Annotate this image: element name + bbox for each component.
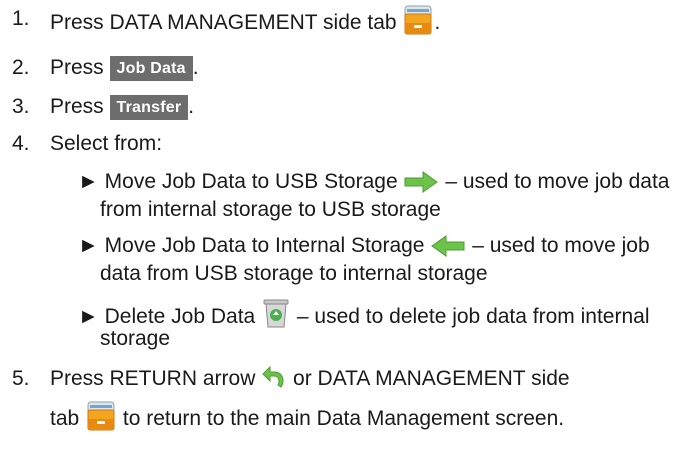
step-text: Press xyxy=(50,95,104,118)
option-description: – used to move job data xyxy=(445,170,670,193)
job-data-button[interactable]: Job Data xyxy=(109,56,193,81)
recycle-bin-icon[interactable] xyxy=(261,297,291,336)
option-description: – used to move job xyxy=(472,234,650,257)
data-management-folder-icon xyxy=(402,5,434,42)
option-description: – used to delete job data from internal xyxy=(296,305,650,328)
step-number: 4. xyxy=(12,132,30,155)
step-5-continued: tab to return to the main Data Managemen… xyxy=(50,401,564,438)
step-number: 3. xyxy=(12,95,30,118)
option-description-continued: storage xyxy=(100,327,171,350)
option-title: Move Job Data to Internal Storage xyxy=(104,234,425,257)
step-text: Select from: xyxy=(50,132,163,155)
data-management-folder-icon[interactable] xyxy=(85,401,117,438)
bullet-marker: ► xyxy=(78,234,99,257)
step-number: 1. xyxy=(12,7,30,30)
step-text: Press xyxy=(50,56,104,79)
option-description-continued: from internal storage to USB storage xyxy=(100,198,441,221)
step-text-continued: or DATA MANAGEMENT side xyxy=(293,367,570,390)
step-number: 2. xyxy=(12,56,30,79)
return-arrow-icon[interactable] xyxy=(261,365,287,398)
option-title: Move Job Data to USB Storage xyxy=(104,170,398,193)
bullet-marker: ► xyxy=(78,305,99,328)
bullet-marker: ► xyxy=(78,170,99,193)
step-text: Press DATA MANAGEMENT side tab xyxy=(50,11,397,34)
option-description-continued: data from USB storage to internal storag… xyxy=(100,262,488,285)
step-text: Press RETURN arrow xyxy=(50,367,256,390)
step-text-continued: to return to the main Data Management sc… xyxy=(122,407,565,430)
step-number: 5. xyxy=(12,367,30,390)
transfer-button[interactable]: Transfer xyxy=(109,95,189,120)
